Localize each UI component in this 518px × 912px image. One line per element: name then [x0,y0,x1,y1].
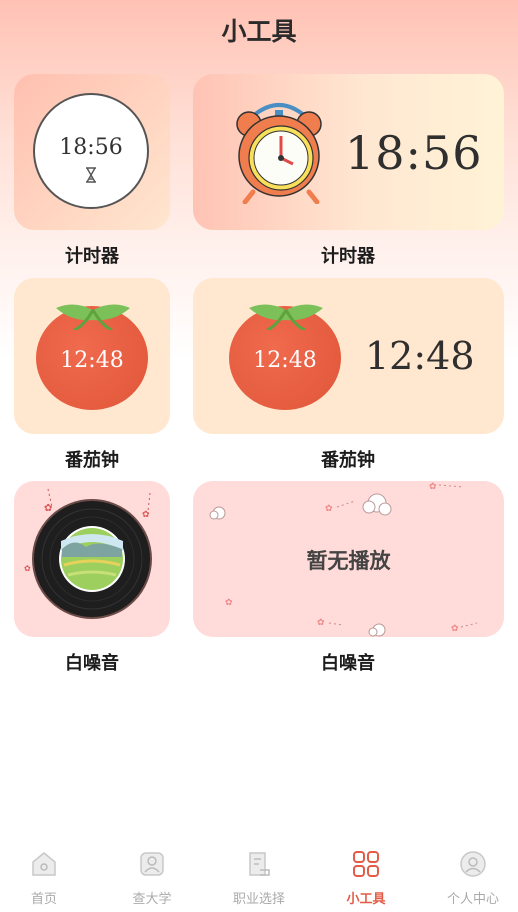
timer-time: 18:56 [59,135,123,160]
timer-time-large: 18:56 [345,126,483,180]
svg-text:✿: ✿ [44,503,52,514]
tab-university[interactable]: 查大学 [100,840,204,912]
home-icon [32,852,56,876]
tomato-card-large[interactable]: 12:48 12:48 [193,278,504,434]
bottom-tab-bar: 首页 查大学 职业选择 小工具 个人中心 [0,840,518,912]
timer-label-small: 计时器 [65,246,119,267]
page-title: 小工具 [221,17,297,46]
svg-text:✿: ✿ [225,598,233,608]
tab-career[interactable]: 职业选择 [207,840,311,912]
career-icon [249,852,270,876]
svg-text:✿: ✿ [451,624,459,634]
tomato-time: 12:48 [60,348,124,373]
profile-icon [460,851,486,877]
tomato-leaf-icon [56,304,130,330]
tab-label: 个人中心 [446,892,499,907]
tab-label: 小工具 [346,892,386,907]
vinyl-record-icon: ✿ ✿ ✿ [24,488,152,619]
university-icon [140,852,164,876]
tab-home[interactable]: 首页 [0,840,96,912]
timer-card-large[interactable]: 18:56 [193,74,504,230]
white-noise-label-large: 白噪音 [321,653,375,674]
timer-card-small[interactable]: 18:56 [14,74,170,230]
timer-clock-face: 18:56 [33,93,149,209]
tab-label: 职业选择 [232,892,285,907]
alarm-clock-icon [236,103,322,204]
tomato-card-small[interactable]: 12:48 [14,278,170,434]
tab-label: 查大学 [132,892,172,907]
svg-text:✿: ✿ [24,564,31,573]
white-noise-card-small[interactable]: ✿ ✿ ✿ [14,481,170,637]
white-noise-card-large[interactable]: ✿ ✿ ✿ ✿ ✿ 暂无播放 [193,481,504,637]
now-playing-status: 暂无播放 [306,548,391,573]
tab-tools[interactable]: 小工具 [314,840,418,912]
tab-label: 首页 [30,892,57,907]
tomato-time-large-text: 12:48 [365,334,475,378]
svg-text:✿: ✿ [142,510,150,520]
tab-profile[interactable]: 个人中心 [421,840,518,912]
white-noise-label-small: 白噪音 [65,653,119,674]
tomato-label-large: 番茄钟 [321,450,375,471]
svg-text:✿: ✿ [317,618,325,628]
svg-text:✿: ✿ [325,504,333,514]
tomato-time: 12:48 [253,348,317,373]
tools-grid-icon [353,851,379,877]
svg-text:✿: ✿ [429,482,437,492]
tomato-leaf-icon [249,304,323,330]
timer-label-large: 计时器 [321,246,375,267]
hourglass-icon [86,167,96,183]
tomato-label-small: 番茄钟 [65,450,119,471]
